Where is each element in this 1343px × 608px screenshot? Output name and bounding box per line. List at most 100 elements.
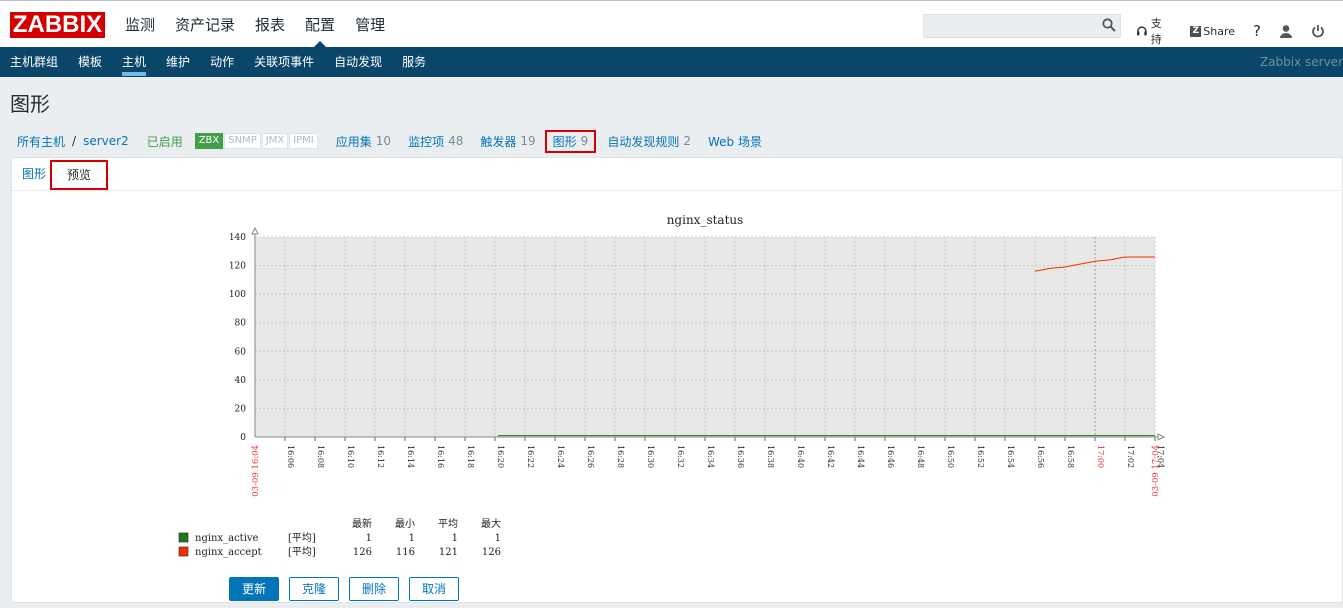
support-link[interactable]: 支持 [1136, 15, 1172, 47]
y-tick-label: 60 [235, 347, 247, 357]
sub-menu-item[interactable]: 服务 [392, 47, 436, 77]
x-tick-label: 16:18 [466, 445, 475, 468]
sub-menu-item[interactable]: 自动发现 [324, 47, 392, 77]
y-tick-label: 140 [229, 233, 246, 243]
host-nav-link[interactable]: Web 场景 [708, 133, 762, 150]
host-navigation: 所有主机 / server2 已启用 ZBX SNMP JMX IPMI 应用集 10 监… [17, 129, 783, 153]
host-nav-count: 48 [448, 134, 464, 148]
host-nav-count: 9 [580, 134, 589, 148]
main-menu-item[interactable]: 资产记录 [165, 1, 245, 48]
availability-badge: IPMI [289, 133, 318, 149]
user-icon [1280, 25, 1292, 38]
form-tabs: 图形 预览 [12, 158, 1342, 191]
main-menu-item[interactable]: 配置 [295, 1, 345, 48]
page-title: 图形 [10, 92, 50, 116]
host-nav-link[interactable]: 应用集 [336, 133, 372, 150]
x-tick-label: 16:54 [1006, 445, 1015, 468]
x-tick-label: 16:08 [316, 445, 325, 468]
sub-menu-item[interactable]: 维护 [156, 47, 200, 77]
host-nav-count: 19 [520, 134, 536, 148]
y-tick-label: 80 [235, 319, 247, 329]
host-nav-item[interactable]: 自动发现规则 2 [607, 133, 691, 150]
x-tick-label: 16:42 [826, 445, 835, 468]
host-nav-link[interactable]: 触发器 [480, 133, 516, 150]
y-tick-label: 20 [235, 404, 247, 414]
sub-menu-item[interactable]: 关联项事件 [244, 47, 324, 77]
host-nav-item[interactable]: 触发器 19 [480, 133, 535, 150]
tab-preview[interactable]: 预览 [50, 160, 108, 190]
legend-value-min: 116 [396, 547, 415, 558]
main-menu-item[interactable]: 监测 [115, 1, 165, 48]
sub-menu-item[interactable]: 主机 [112, 47, 156, 77]
x-tick-label: 16:46 [886, 445, 895, 468]
availability-badge: SNMP [224, 133, 261, 149]
x-tick-label: 17:02 [1126, 445, 1135, 468]
cancel-button[interactable]: 取消 [409, 577, 460, 601]
sub-menu-item[interactable]: 动作 [200, 47, 244, 77]
x-end-label: 03-09 17:04 [1151, 445, 1161, 497]
sub-menu-item[interactable]: 模板 [68, 47, 112, 77]
sub-menu: 主机群组 模板 主机 维护 动作 关联项事件 自动发现 服务 [0, 47, 436, 77]
user-profile-link[interactable] [1279, 24, 1293, 38]
legend-value-last: 1 [366, 533, 372, 544]
host-nav-link[interactable]: 图形 [553, 133, 577, 150]
y-tick-label: 120 [229, 262, 246, 272]
breadcrumb-host[interactable]: server2 [83, 134, 129, 148]
top-header: ZABBIX 监测 资产记录 报表 配置 管理 支持 Z Share ? [0, 0, 1343, 48]
x-tick-label: 16:44 [856, 445, 865, 468]
breadcrumb-separator: / [72, 134, 77, 148]
legend-value-max: 126 [482, 547, 501, 558]
server-name: Zabbix server [1259, 55, 1343, 69]
help-link[interactable]: ? [1253, 22, 1261, 40]
x-tick-label: 16:06 [286, 445, 295, 468]
clone-button[interactable]: 克隆 [289, 577, 340, 601]
x-tick-label: 16:48 [916, 445, 925, 468]
y-tick-label: 0 [240, 433, 246, 443]
host-nav-items: 应用集 10 监控项 48 触发器 19 图形 9 自动发现规则 2 Web 场景 [336, 129, 783, 153]
main-menu-item[interactable]: 报表 [245, 1, 295, 48]
x-tick-label: 16:32 [676, 445, 685, 468]
search-input[interactable] [923, 14, 1121, 38]
breadcrumb-all-hosts[interactable]: 所有主机 [17, 133, 65, 150]
search-icon[interactable] [1102, 18, 1116, 32]
host-status[interactable]: 已启用 [147, 133, 183, 150]
sub-menu-bar: 主机群组 模板 主机 维护 动作 关联项事件 自动发现 服务 Zabbix server [0, 47, 1343, 77]
zabbix-logo[interactable]: ZABBIX [10, 12, 105, 38]
x-tick-label: 16:24 [556, 445, 565, 468]
legend-series-func: [平均] [288, 532, 316, 544]
x-tick-label: 16:20 [496, 445, 505, 468]
host-nav-item[interactable]: 应用集 10 [336, 133, 391, 150]
host-nav-item[interactable]: 监控项 48 [408, 133, 463, 150]
update-button[interactable]: 更新 [229, 577, 280, 601]
main-menu-item[interactable]: 管理 [345, 1, 395, 48]
share-label: Share [1203, 24, 1236, 38]
x-tick-label: 16:58 [1066, 445, 1075, 468]
x-tick-label: 16:26 [586, 445, 595, 468]
legend-header-max: 最大 [481, 517, 501, 530]
tab-graph[interactable]: 图形 [22, 158, 46, 191]
sub-menu-item[interactable]: 主机群组 [0, 47, 68, 77]
legend-header-min: 最小 [395, 518, 415, 530]
x-tick-label: 16:34 [706, 445, 715, 468]
host-nav-link[interactable]: 监控项 [408, 133, 444, 150]
host-nav-link[interactable]: 自动发现规则 [607, 133, 679, 150]
share-link[interactable]: Z Share [1190, 25, 1235, 38]
availability-badges: ZBX SNMP JMX IPMI [194, 133, 319, 149]
delete-button[interactable]: 删除 [349, 577, 400, 601]
legend-value-last: 126 [353, 547, 372, 558]
x-tick-label: 16:22 [526, 445, 535, 468]
x-tick-label: 16:38 [766, 445, 775, 468]
x-tick-label: 17:00 [1096, 445, 1105, 468]
host-nav-item[interactable]: Web 场景 [708, 133, 766, 150]
legend-series-func: [平均] [288, 546, 316, 558]
x-tick-label: 16:12 [376, 445, 385, 468]
legend-value-min: 1 [409, 533, 415, 544]
availability-badge: ZBX [194, 133, 224, 149]
host-nav-item[interactable]: 图形 9 [544, 129, 597, 153]
support-label: 支持 [1150, 17, 1162, 46]
x-tick-label: 16:40 [796, 445, 805, 468]
logout-link[interactable] [1311, 24, 1325, 38]
form-buttons: 更新 克隆 删除 取消 [229, 577, 469, 601]
host-nav-count: 2 [683, 134, 691, 148]
x-start-label: 03-09 16:04 [251, 445, 261, 497]
